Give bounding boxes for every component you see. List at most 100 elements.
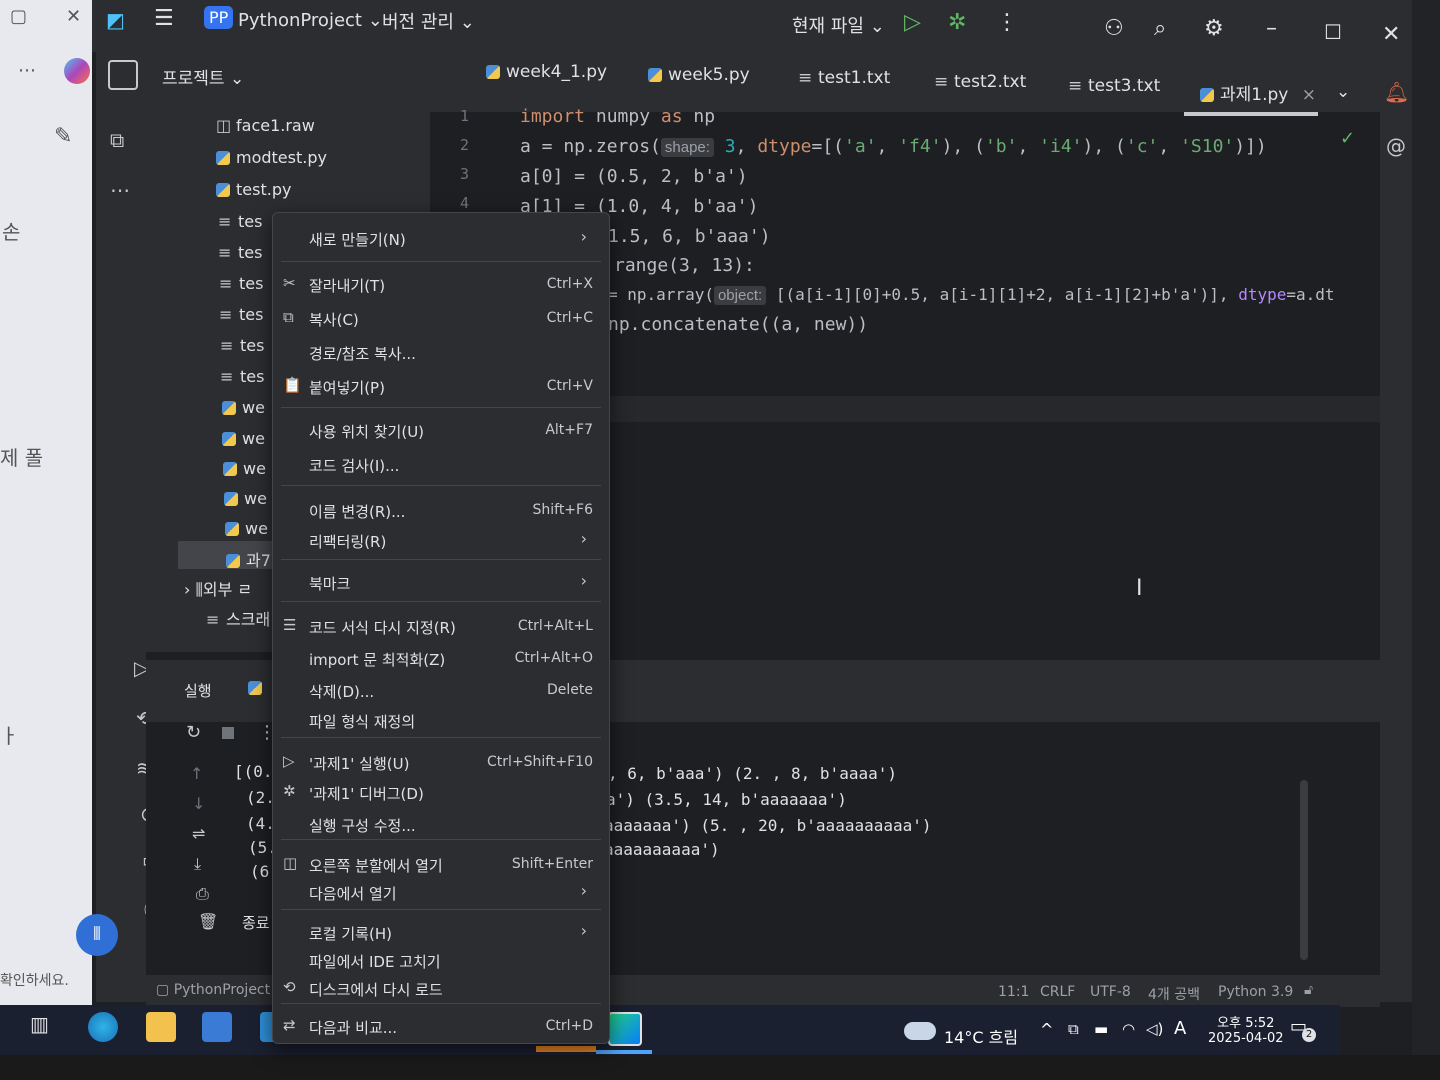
tab-list-icon[interactable]: ⌄ [1336,82,1350,102]
menu-item[interactable]: 📋 붙여넣기(P) Ctrl+V [273,371,609,401]
battery-icon[interactable]: ▬ [1094,1020,1108,1038]
close-icon[interactable]: ✕ [66,6,81,27]
tree-item[interactable]: modtest.py [216,148,327,167]
clock[interactable]: 오후 5:52 2025-04-02 [1208,1012,1284,1046]
tree-item-selected[interactable]: 과7 [226,547,271,571]
line-ending[interactable]: CRLF [1040,984,1075,1000]
add-user-icon[interactable]: ⚇ [1104,16,1124,41]
main-menu-icon[interactable]: ☰ [154,6,174,31]
project-header[interactable]: 프로젝트 ⌄ [162,64,244,89]
menu-item[interactable]: ⟲ 디스크에서 다시 로드 [273,973,609,1003]
menu-item[interactable]: 삭제(D)... Delete [273,675,609,705]
menu-item[interactable]: 로컬 기록(H) › [273,917,609,947]
tree-item[interactable]: ≡ tes [218,212,262,231]
menu-item[interactable]: 북마크 › [273,567,609,597]
copilot-icon[interactable] [64,58,90,84]
tree-item[interactable]: ≡ tes [219,274,263,293]
tree-item[interactable]: ≡ tes [219,305,263,324]
soft-wrap-icon[interactable]: ⇌ [192,824,205,843]
menu-item[interactable]: ⇄ 다음과 비교... Ctrl+D [273,1011,609,1041]
tree-item[interactable]: we [224,489,267,508]
gear-icon[interactable]: ⚙ [1204,16,1224,41]
console-scrollbar[interactable] [1300,780,1308,960]
file-explorer-icon[interactable] [146,1012,176,1042]
menu-item[interactable]: 이름 변경(R)... Shift+F6 [273,495,609,525]
run-config-selector[interactable]: 현재 파일 ⌄ [792,12,885,38]
structure-icon[interactable]: ⧉ [110,128,124,152]
debug-icon[interactable]: ✲ [948,10,966,35]
tab-test2[interactable]: ≡ test2.txt [934,72,1026,92]
tree-item[interactable]: ≡ tes [220,367,264,386]
lock-icon[interactable]: 🔓︎ [1304,982,1313,998]
store-icon[interactable] [202,1012,232,1042]
scroll-to-end-icon[interactable]: ⤓ [194,854,201,874]
edge-browser-icon[interactable] [88,1012,118,1042]
menu-item[interactable]: ☰ 코드 서식 다시 지정(R) Ctrl+Alt+L [273,611,609,641]
tray-chevron-icon[interactable]: ^ [1040,1020,1053,1039]
more-tools-icon[interactable]: ⋯ [110,178,130,202]
run-icon[interactable]: ▷ [904,10,921,35]
menu-item[interactable]: 경로/참조 복사... [273,337,609,367]
menu-item[interactable]: 코드 검사(I)... [273,449,609,479]
pycharm-taskbar-icon[interactable] [608,1012,642,1046]
menu-item[interactable]: ✂ 잘라내기(T) Ctrl+X [273,269,609,299]
caret-position[interactable]: 11:1 [998,984,1029,1000]
scroll-down-icon[interactable]: ↓ [192,794,205,813]
wifi-icon[interactable]: ◠ [1122,1020,1135,1038]
tree-item-scratches[interactable]: ≡ 스크래 [206,606,270,630]
minimize-icon[interactable]: – [1266,16,1277,41]
rerun-icon[interactable]: ↻ [186,722,201,743]
ai-assistant-icon[interactable]: @ [1386,134,1406,158]
volume-icon[interactable]: ◁) [1146,1020,1163,1038]
menu-item[interactable]: import 문 최적화(Z) Ctrl+Alt+O [273,643,609,673]
tree-item[interactable]: we [222,429,265,448]
vcs-menu[interactable]: 버전 관리 ⌄ [382,8,475,34]
voice-assistant-icon[interactable]: ⦀ [76,914,118,956]
file-encoding[interactable]: UTF-8 [1090,984,1131,1000]
tab-week5[interactable]: week5.py [648,65,750,85]
print-icon[interactable]: ⎙ [196,884,209,904]
tree-item[interactable]: we [223,459,266,478]
tree-item-external-libraries[interactable]: › ⫼외부 ㄹ [184,576,252,600]
close-window-icon[interactable]: ✕ [1382,22,1400,47]
input-language[interactable]: A [1174,1018,1186,1039]
menu-item[interactable]: 파일에서 IDE 고치기 [273,945,609,975]
tree-item[interactable]: ◫ face1.raw [216,116,315,135]
tree-item[interactable]: ≡ tes [220,336,264,355]
menu-item[interactable]: 리팩터링(R) › [273,525,609,555]
maximize-icon[interactable]: ☐ [1324,20,1342,44]
menu-item[interactable]: ◫ 오른쪽 분할에서 열기 Shift+Enter [273,849,609,879]
menu-item[interactable]: ✲ '과제1' 디버그(D) [273,777,609,807]
compose-icon[interactable]: ✎ [54,124,72,149]
more-icon[interactable]: ⋯ [18,60,36,81]
breadcrumb[interactable]: ▢ PythonProject › [156,982,280,998]
menu-item[interactable]: ⧉ 복사(C) Ctrl+C [273,303,609,333]
menu-item[interactable]: ▷ '과제1' 실행(U) Ctrl+Shift+F10 [273,747,609,777]
tree-item[interactable]: we [225,519,268,538]
stop-icon[interactable] [222,727,234,739]
close-tab-icon[interactable]: × [1302,85,1316,105]
scroll-up-icon[interactable]: ↑ [190,764,203,783]
tab-test3[interactable]: ≡ test3.txt [1068,76,1160,96]
weather-text[interactable]: 14°C 흐림 [944,1024,1018,1048]
notifications-icon[interactable]: 🔔︎ [1384,80,1409,104]
tray-app-icon[interactable]: ⧉ [1068,1020,1079,1038]
run-tab[interactable] [248,678,268,697]
tree-item[interactable]: test.py [216,180,291,199]
menu-item[interactable]: 실행 구성 수정... [273,809,609,839]
tab-assignment1-active[interactable]: 과제1.py × [1200,80,1316,105]
search-icon[interactable]: ⌕ [1154,16,1166,41]
widgets-icon[interactable]: ▥ [30,1012,60,1042]
menu-item[interactable]: 사용 위치 찾기(U) Alt+F7 [273,415,609,445]
tab-week4[interactable]: week4_1.py [486,62,607,82]
menu-item[interactable]: 다음에서 열기 › [273,877,609,907]
tree-item[interactable]: ≡ tes [218,243,262,262]
menu-item[interactable]: 새로 만들기(N) › [273,223,609,253]
more-actions-icon[interactable]: ⋮ [996,10,1018,35]
menu-item[interactable]: 파일 형식 재정의 [273,705,609,735]
tab-test1[interactable]: ≡ test1.txt [798,68,890,88]
folder-icon[interactable] [108,60,138,90]
tree-item[interactable]: we [222,398,265,417]
project-switcher[interactable]: PythonProject ⌄ [238,10,383,31]
python-interpreter[interactable]: Python 3.9 [1218,984,1293,1000]
